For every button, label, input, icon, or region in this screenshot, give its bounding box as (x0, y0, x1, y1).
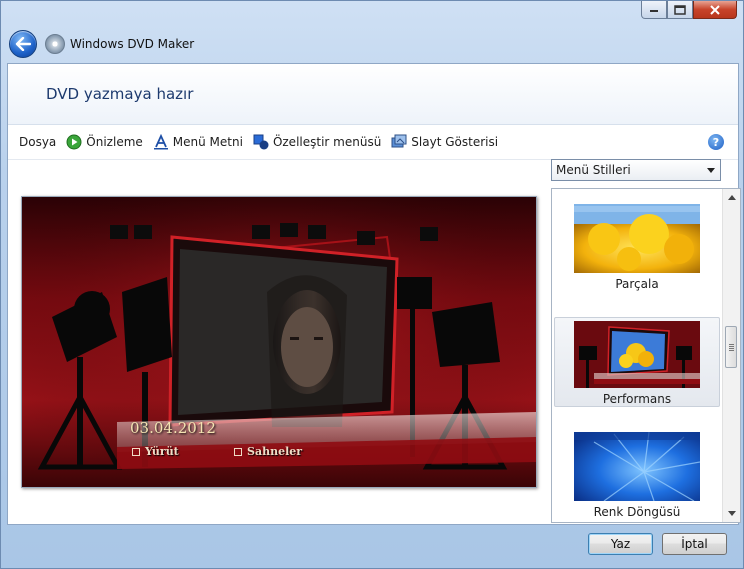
maximize-button[interactable] (667, 1, 693, 19)
customize-menu-button[interactable]: Özelleştir menüsü (253, 134, 381, 150)
caption-buttons (641, 1, 737, 19)
cancel-button[interactable]: İptal (662, 533, 727, 555)
minimize-icon (650, 9, 658, 12)
customize-menu-label: Özelleştir menüsü (272, 135, 382, 149)
play-menu-label: Yürüt (145, 445, 179, 458)
file-menu-label: Dosya (19, 135, 57, 149)
scrollbar-thumb[interactable] (725, 326, 737, 368)
back-button[interactable] (9, 30, 37, 58)
disc-title-date: 03.04.2012 (130, 419, 216, 437)
page-title: DVD yazmaya hazır (46, 85, 194, 103)
style-thumbnail (574, 321, 700, 388)
title-bar: Windows DVD Maker (9, 29, 194, 59)
close-button[interactable] (693, 1, 737, 19)
back-arrow-icon (15, 37, 31, 51)
style-thumbnail (574, 432, 700, 501)
app-title: Windows DVD Maker (70, 37, 195, 51)
style-item-performans[interactable]: Performans (554, 317, 720, 407)
scenes-menu-item: Sahneler (234, 445, 302, 458)
checkbox-icon (132, 447, 140, 456)
burn-button[interactable]: Yaz (588, 533, 653, 555)
page-header: DVD yazmaya hazır (8, 64, 738, 125)
dvd-maker-window: Windows DVD Maker DVD yazmaya hazır Dosy… (0, 0, 744, 569)
style-label: Renk Döngüsü (593, 505, 681, 519)
close-icon (710, 4, 720, 15)
menu-text-label: Menü Metni (172, 135, 243, 149)
menu-styles-value: Menü Stilleri (556, 163, 631, 177)
play-icon (66, 134, 82, 150)
slideshow-button[interactable]: Slayt Gösterisi (391, 134, 498, 150)
play-menu-item: Yürüt (132, 445, 179, 458)
style-label: Parçala (615, 277, 659, 291)
checkbox-icon (234, 447, 242, 456)
style-item-renk-dongusu[interactable]: Renk Döngüsü (554, 429, 720, 519)
style-label: Performans (602, 392, 672, 406)
scenes-menu-label: Sahneler (247, 445, 303, 458)
preview-button[interactable]: Önizleme (66, 134, 143, 150)
style-item-parcala[interactable]: Parçala (554, 201, 720, 291)
shapes-icon (253, 134, 269, 150)
toolbar: Dosya Önizleme Menü Metni Özelleştir men… (8, 125, 738, 160)
menu-styles-dropdown[interactable]: Menü Stilleri (551, 159, 721, 181)
slideshow-label: Slayt Gösterisi (411, 135, 499, 149)
text-a-icon (153, 134, 169, 150)
performance-stage-scene (22, 197, 536, 487)
menu-text-button[interactable]: Menü Metni (153, 134, 243, 150)
minimize-button[interactable] (641, 1, 667, 19)
file-menu[interactable]: Dosya (19, 135, 56, 149)
maximize-icon (674, 4, 686, 15)
menu-styles-list: Parçala Performans Renk Döngüsü (551, 188, 741, 523)
scroll-down-icon[interactable] (723, 505, 740, 522)
dvd-app-icon (45, 34, 65, 54)
dvd-menu-preview: 03.04.2012 Yürüt Sahneler (21, 196, 537, 488)
chevron-down-icon (707, 168, 715, 173)
scroll-up-icon[interactable] (723, 189, 740, 206)
slideshow-icon (391, 134, 407, 150)
help-icon[interactable]: ? (708, 134, 724, 150)
styles-scrollbar[interactable] (722, 189, 740, 522)
preview-label: Önizleme (86, 135, 143, 149)
style-thumbnail (574, 204, 700, 273)
main-content: DVD yazmaya hazır Dosya Önizleme Menü Me… (7, 63, 741, 525)
